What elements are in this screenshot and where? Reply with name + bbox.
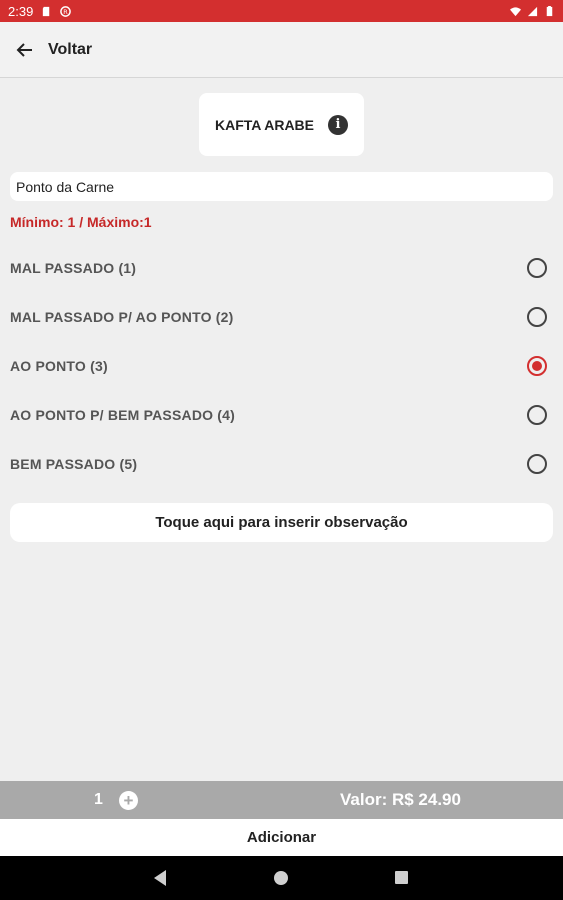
sd-card-icon: [43, 6, 50, 16]
option-ao-ponto-bem-passado[interactable]: AO PONTO P/ BEM PASSADO (4): [0, 390, 563, 439]
radio-button[interactable]: [527, 453, 547, 474]
sync-icon: R: [60, 5, 72, 17]
option-mal-passado[interactable]: MAL PASSADO (1): [0, 243, 563, 292]
status-time: 2:39: [8, 3, 34, 19]
plus-icon[interactable]: +: [119, 790, 138, 810]
radio-button[interactable]: [527, 404, 547, 425]
nav-back-icon[interactable]: [154, 870, 166, 886]
battery-icon: [546, 5, 553, 16]
options-list: MAL PASSADO (1) MAL PASSADO P/ AO PONTO …: [0, 243, 563, 488]
total-value: Valor: R$ 24.90: [340, 790, 461, 809]
back-button[interactable]: Voltar: [16, 41, 92, 59]
info-icon[interactable]: i: [328, 114, 349, 135]
arrow-left-icon: [16, 42, 32, 57]
min-max-label: Mínimo: 1 / Máximo:1: [10, 214, 152, 230]
radio-button[interactable]: [527, 306, 547, 327]
back-label: Voltar: [48, 40, 93, 58]
option-label: AO PONTO (3): [10, 357, 108, 374]
option-label: MAL PASSADO P/ AO PONTO (2): [10, 308, 234, 325]
product-card: KAFTA ARABE i: [199, 93, 364, 156]
system-nav-bar: [0, 856, 563, 900]
radio-button[interactable]: [527, 257, 547, 278]
radio-button-selected[interactable]: [527, 355, 547, 376]
option-mal-passado-ao-ponto[interactable]: MAL PASSADO P/ AO PONTO (2): [0, 292, 563, 341]
app-bar: Voltar: [0, 22, 563, 78]
option-group-title: Ponto da Carne: [10, 172, 553, 201]
svg-text:R: R: [64, 7, 69, 15]
status-bar: 2:39 R: [0, 0, 563, 22]
product-name: KAFTA ARABE: [214, 116, 315, 133]
quantity-value: 1: [94, 791, 103, 808]
signal-icon: [527, 6, 538, 16]
quantity-bar: 1 + Valor: R$ 24.90: [0, 781, 563, 819]
option-bem-passado[interactable]: BEM PASSADO (5): [0, 439, 563, 488]
option-label: AO PONTO P/ BEM PASSADO (4): [10, 406, 236, 423]
option-label: MAL PASSADO (1): [10, 259, 137, 276]
option-ao-ponto[interactable]: AO PONTO (3): [0, 341, 563, 390]
nav-home-icon[interactable]: [274, 871, 288, 885]
nav-recents-icon[interactable]: [395, 871, 408, 884]
observation-button[interactable]: Toque aqui para inserir observação: [10, 503, 553, 542]
wifi-icon: [510, 6, 521, 16]
option-label: BEM PASSADO (5): [10, 455, 138, 472]
add-button[interactable]: Adicionar: [0, 819, 563, 856]
